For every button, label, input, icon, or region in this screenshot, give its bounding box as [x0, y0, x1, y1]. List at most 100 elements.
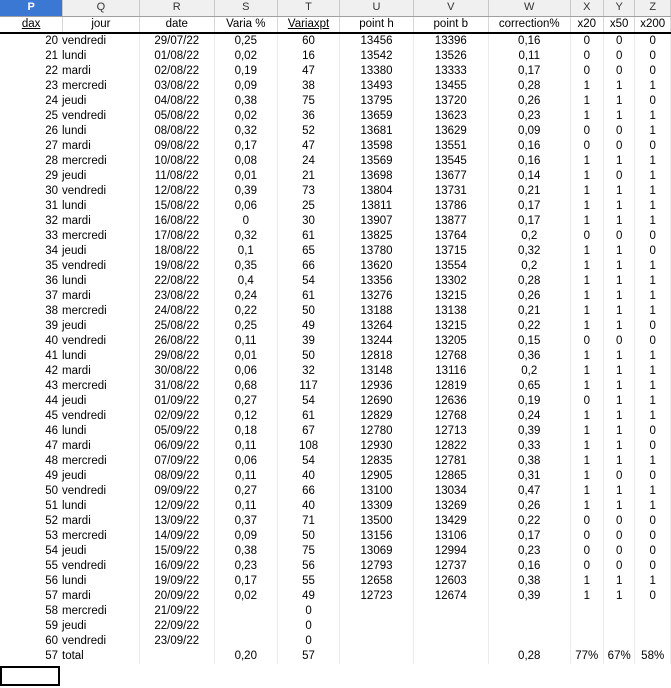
- cell-point-b[interactable]: 13429: [413, 513, 489, 529]
- cell-point-h[interactable]: 13698: [339, 168, 414, 184]
- cell-x20[interactable]: 1: [570, 198, 605, 214]
- cell-variaxpt[interactable]: 54: [277, 393, 341, 409]
- cell-varia-pct[interactable]: 0,01: [214, 168, 278, 184]
- cell-point-b[interactable]: 12603: [413, 573, 489, 589]
- cell-x20[interactable]: 0: [570, 528, 605, 544]
- cell-x20[interactable]: 0: [570, 48, 605, 64]
- cell-point-b[interactable]: 13629: [413, 123, 489, 139]
- cell-correction-pct[interactable]: 0,2: [488, 363, 571, 379]
- cell-correction-pct[interactable]: 0,17: [488, 198, 571, 214]
- cell-x20[interactable]: 77%: [570, 648, 605, 664]
- cell-point-b[interactable]: 13786: [413, 198, 489, 214]
- cell-variaxpt[interactable]: 117: [277, 378, 341, 394]
- cell-point-b[interactable]: 12768: [413, 408, 489, 424]
- cell-variaxpt[interactable]: 40: [277, 498, 341, 514]
- cell-date[interactable]: 07/09/22: [139, 453, 215, 469]
- cell-point-b[interactable]: [413, 618, 489, 634]
- cell-date[interactable]: 23/08/22: [139, 288, 215, 304]
- cell-variaxpt[interactable]: 36: [277, 108, 341, 124]
- cell-dax-jour[interactable]: 57 mardi: [0, 588, 140, 604]
- cell-variaxpt[interactable]: 54: [277, 453, 341, 469]
- cell-correction-pct[interactable]: 0,16: [488, 558, 571, 574]
- cell-x20[interactable]: [570, 618, 605, 634]
- cell-x200[interactable]: 0: [634, 32, 671, 49]
- cell-x200[interactable]: 1: [634, 378, 671, 394]
- cell-varia-pct[interactable]: 0,11: [214, 333, 278, 349]
- cell-date[interactable]: 19/08/22: [139, 258, 215, 274]
- cell-variaxpt[interactable]: 40: [277, 468, 341, 484]
- cell-correction-pct[interactable]: 0,36: [488, 348, 571, 364]
- cell-variaxpt[interactable]: 32: [277, 363, 341, 379]
- cell-x20[interactable]: 0: [570, 393, 605, 409]
- cell-varia-pct[interactable]: 0,11: [214, 438, 278, 454]
- cell-point-h[interactable]: 13148: [339, 363, 414, 379]
- cell-variaxpt[interactable]: 50: [277, 303, 341, 319]
- cell-point-h[interactable]: 13156: [339, 528, 414, 544]
- cell-x200[interactable]: 0: [634, 468, 671, 484]
- cell-x50[interactable]: 0: [603, 63, 636, 79]
- cell-date[interactable]: 09/09/22: [139, 483, 215, 499]
- cell-x200[interactable]: 1: [634, 258, 671, 274]
- header-point-b[interactable]: point b: [413, 16, 489, 34]
- cell-x50[interactable]: 0: [603, 468, 636, 484]
- cell-x20[interactable]: 0: [570, 138, 605, 154]
- cell-variaxpt[interactable]: 61: [277, 288, 341, 304]
- cell-x20[interactable]: 1: [570, 108, 605, 124]
- cell-point-h[interactable]: 13780: [339, 243, 414, 259]
- cell-variaxpt[interactable]: 25: [277, 198, 341, 214]
- cell-date[interactable]: 24/08/22: [139, 303, 215, 319]
- cell-x20[interactable]: 1: [570, 93, 605, 109]
- cell-varia-pct[interactable]: 0,02: [214, 108, 278, 124]
- cell-dax-jour[interactable]: 27 mardi: [0, 138, 140, 154]
- cell-correction-pct[interactable]: 0,11: [488, 48, 571, 64]
- cell-x200[interactable]: 1: [634, 483, 671, 499]
- cell-x20[interactable]: 1: [570, 363, 605, 379]
- cell-dax-jour[interactable]: 41 lundi: [0, 348, 140, 364]
- cell-point-h[interactable]: 12658: [339, 573, 414, 589]
- cell-x50[interactable]: 67%: [603, 648, 636, 664]
- cell-point-h[interactable]: 13569: [339, 153, 414, 169]
- cell-variaxpt[interactable]: 30: [277, 213, 341, 229]
- cell-correction-pct[interactable]: 0,14: [488, 168, 571, 184]
- cell-point-b[interactable]: 13764: [413, 228, 489, 244]
- cell-point-b[interactable]: 13106: [413, 528, 489, 544]
- cell-x20[interactable]: 1: [570, 318, 605, 334]
- cell-x50[interactable]: 1: [603, 243, 636, 259]
- cell-point-h[interactable]: [339, 648, 414, 664]
- cell-point-h[interactable]: 13188: [339, 303, 414, 319]
- cell-dax-jour[interactable]: 46 lundi: [0, 423, 140, 439]
- cell-x50[interactable]: 1: [603, 378, 636, 394]
- cell-correction-pct[interactable]: 0,22: [488, 513, 571, 529]
- cell-point-h[interactable]: 13456: [339, 32, 414, 49]
- header-date[interactable]: date: [139, 16, 215, 34]
- cell-correction-pct[interactable]: 0,24: [488, 408, 571, 424]
- cell-x50[interactable]: 0: [603, 228, 636, 244]
- cell-point-b[interactable]: 13138: [413, 303, 489, 319]
- cell-point-b[interactable]: 12636: [413, 393, 489, 409]
- cell-correction-pct[interactable]: 0,17: [488, 213, 571, 229]
- cell-dax-jour[interactable]: 51 lundi: [0, 498, 140, 514]
- cell-x50[interactable]: 0: [603, 48, 636, 64]
- cell-date[interactable]: 11/08/22: [139, 168, 215, 184]
- cell-point-b[interactable]: 13715: [413, 243, 489, 259]
- cell-correction-pct[interactable]: 0,38: [488, 453, 571, 469]
- header-point-h[interactable]: point h: [339, 16, 414, 34]
- cell-dax-jour[interactable]: 34 jeudi: [0, 243, 140, 259]
- cell-varia-pct[interactable]: 0,32: [214, 228, 278, 244]
- cell-x200[interactable]: 1: [634, 123, 671, 139]
- cell-correction-pct[interactable]: 0,21: [488, 183, 571, 199]
- cell-point-b[interactable]: 13545: [413, 153, 489, 169]
- cell-dax-jour[interactable]: 55 vendredi: [0, 558, 140, 574]
- cell-point-b[interactable]: 13455: [413, 78, 489, 94]
- cell-variaxpt[interactable]: 39: [277, 333, 341, 349]
- cell-point-b[interactable]: [413, 603, 489, 619]
- cell-x50[interactable]: 0: [603, 558, 636, 574]
- cell-dax-jour[interactable]: 56 lundi: [0, 573, 140, 589]
- cell-point-h[interactable]: 13795: [339, 93, 414, 109]
- cell-x200[interactable]: 1: [634, 288, 671, 304]
- cell-variaxpt[interactable]: 0: [277, 633, 341, 649]
- cell-x50[interactable]: 1: [603, 483, 636, 499]
- cell-dax-jour[interactable]: 35 vendredi: [0, 258, 140, 274]
- cell-correction-pct[interactable]: 0,09: [488, 123, 571, 139]
- cell-variaxpt[interactable]: 75: [277, 543, 341, 559]
